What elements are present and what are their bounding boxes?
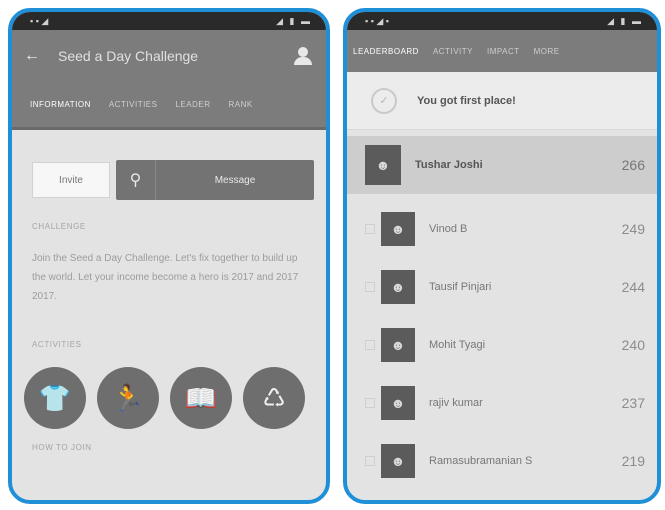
invite-button[interactable]: Invite bbox=[32, 162, 110, 198]
profile-icon[interactable] bbox=[292, 47, 314, 65]
player-name: rajiv kumar bbox=[429, 397, 483, 409]
how-to-join-heading: How to join bbox=[32, 443, 92, 452]
leaderboard-row[interactable]: ☻ Ramasubramanian S 219 bbox=[347, 432, 657, 490]
tshirt-icon[interactable]: 👕 bbox=[24, 367, 86, 429]
tab-rank[interactable]: Rank bbox=[228, 100, 252, 109]
rank-marker bbox=[365, 224, 375, 234]
player-name: Tushar Joshi bbox=[415, 159, 483, 171]
back-arrow-icon[interactable]: ← bbox=[24, 47, 58, 65]
tab-impact[interactable]: Impact bbox=[487, 47, 520, 56]
player-score: 237 bbox=[621, 395, 645, 411]
status-icons: ◢ ▮ ▬ bbox=[276, 15, 312, 26]
add-person-icon: ⚲ bbox=[116, 160, 156, 200]
player-score: 266 bbox=[621, 157, 645, 173]
rank-marker bbox=[365, 340, 375, 350]
medal-icon: ✓ bbox=[371, 87, 397, 114]
message-label: Message bbox=[214, 174, 256, 186]
status-icons: ◢ ▮ ▬ bbox=[607, 15, 643, 26]
first-place-text: You got first place! bbox=[417, 94, 516, 107]
avatar: ☻ bbox=[381, 212, 415, 246]
player-score: 249 bbox=[621, 221, 645, 237]
signal-icons: ▪ ▪ ◢ bbox=[30, 15, 49, 26]
challenge-description: Join the Seed a Day Challenge. Let's fix… bbox=[32, 253, 299, 302]
tab-information[interactable]: Information bbox=[30, 100, 91, 109]
activities-heading: Activities bbox=[32, 340, 82, 349]
player-name: Ramasubramanian S bbox=[429, 455, 533, 467]
book-icon[interactable]: 📖 bbox=[170, 367, 232, 429]
leaderboard-row[interactable]: ☻ Tushar Joshi 266 bbox=[347, 136, 657, 194]
action-row: Invite ⚲ Message bbox=[32, 160, 314, 200]
player-score: 244 bbox=[621, 279, 645, 295]
player-score: 219 bbox=[621, 453, 645, 469]
status-bar: ▪ ▪ ◢ ▪ ◢ ▮ ▬ bbox=[347, 12, 657, 30]
signal-icons: ▪ ▪ ◢ ▪ bbox=[365, 15, 389, 26]
tab-bar: Information Activities Leader Rank bbox=[12, 82, 326, 130]
player-name: Vinod B bbox=[429, 223, 468, 235]
app-bar: ← Seed a Day Challenge bbox=[12, 30, 326, 82]
tab-more[interactable]: More bbox=[534, 47, 560, 56]
leaderboard-screen: ▪ ▪ ◢ ▪ ◢ ▮ ▬ Leaderboard Activity Impac… bbox=[343, 8, 661, 504]
player-score: 240 bbox=[621, 337, 645, 353]
avatar: ☻ bbox=[381, 270, 415, 304]
avatar: ☻ bbox=[365, 145, 401, 185]
leaderboard-list: ☻ Tushar Joshi 266 ☻ Vinod B 249 ☻ Tausi… bbox=[347, 136, 657, 490]
avatar: ☻ bbox=[381, 328, 415, 362]
challenge-heading: Challenge bbox=[32, 222, 86, 231]
message-button[interactable]: ⚲ Message bbox=[116, 160, 314, 200]
avatar: ☻ bbox=[381, 386, 415, 420]
first-place-banner: ✓ You got first place! bbox=[347, 72, 657, 130]
leaderboard-row[interactable]: ☻ Tausif Pinjari 244 bbox=[347, 258, 657, 316]
leaderboard-row[interactable]: ☻ rajiv kumar 237 bbox=[347, 374, 657, 432]
challenge-screen: ▪ ▪ ◢ ◢ ▮ ▬ ← Seed a Day Challenge Infor… bbox=[8, 8, 330, 504]
recycle-icon[interactable]: ♺ bbox=[243, 367, 305, 429]
tab-leaderboard[interactable]: Leaderboard bbox=[353, 47, 419, 56]
player-name: Mohit Tyagi bbox=[429, 339, 486, 351]
rank-marker bbox=[365, 282, 375, 292]
leaderboard-row[interactable]: ☻ Vinod B 249 bbox=[347, 200, 657, 258]
tab-activities[interactable]: Activities bbox=[109, 100, 158, 109]
avatar: ☻ bbox=[381, 444, 415, 478]
leaderboard-row[interactable]: ☻ Mohit Tyagi 240 bbox=[347, 316, 657, 374]
tab-bar: Leaderboard Activity Impact More bbox=[347, 30, 657, 72]
tab-activity[interactable]: Activity bbox=[433, 47, 473, 56]
page-title: Seed a Day Challenge bbox=[58, 48, 199, 64]
rank-marker bbox=[365, 456, 375, 466]
activity-list: 👕 🏃 📖 ♺ bbox=[24, 367, 326, 429]
status-bar: ▪ ▪ ◢ ◢ ▮ ▬ bbox=[12, 12, 326, 30]
runner-icon[interactable]: 🏃 bbox=[97, 367, 159, 429]
player-name: Tausif Pinjari bbox=[429, 281, 492, 293]
tab-leader[interactable]: Leader bbox=[175, 100, 210, 109]
rank-marker bbox=[365, 398, 375, 408]
